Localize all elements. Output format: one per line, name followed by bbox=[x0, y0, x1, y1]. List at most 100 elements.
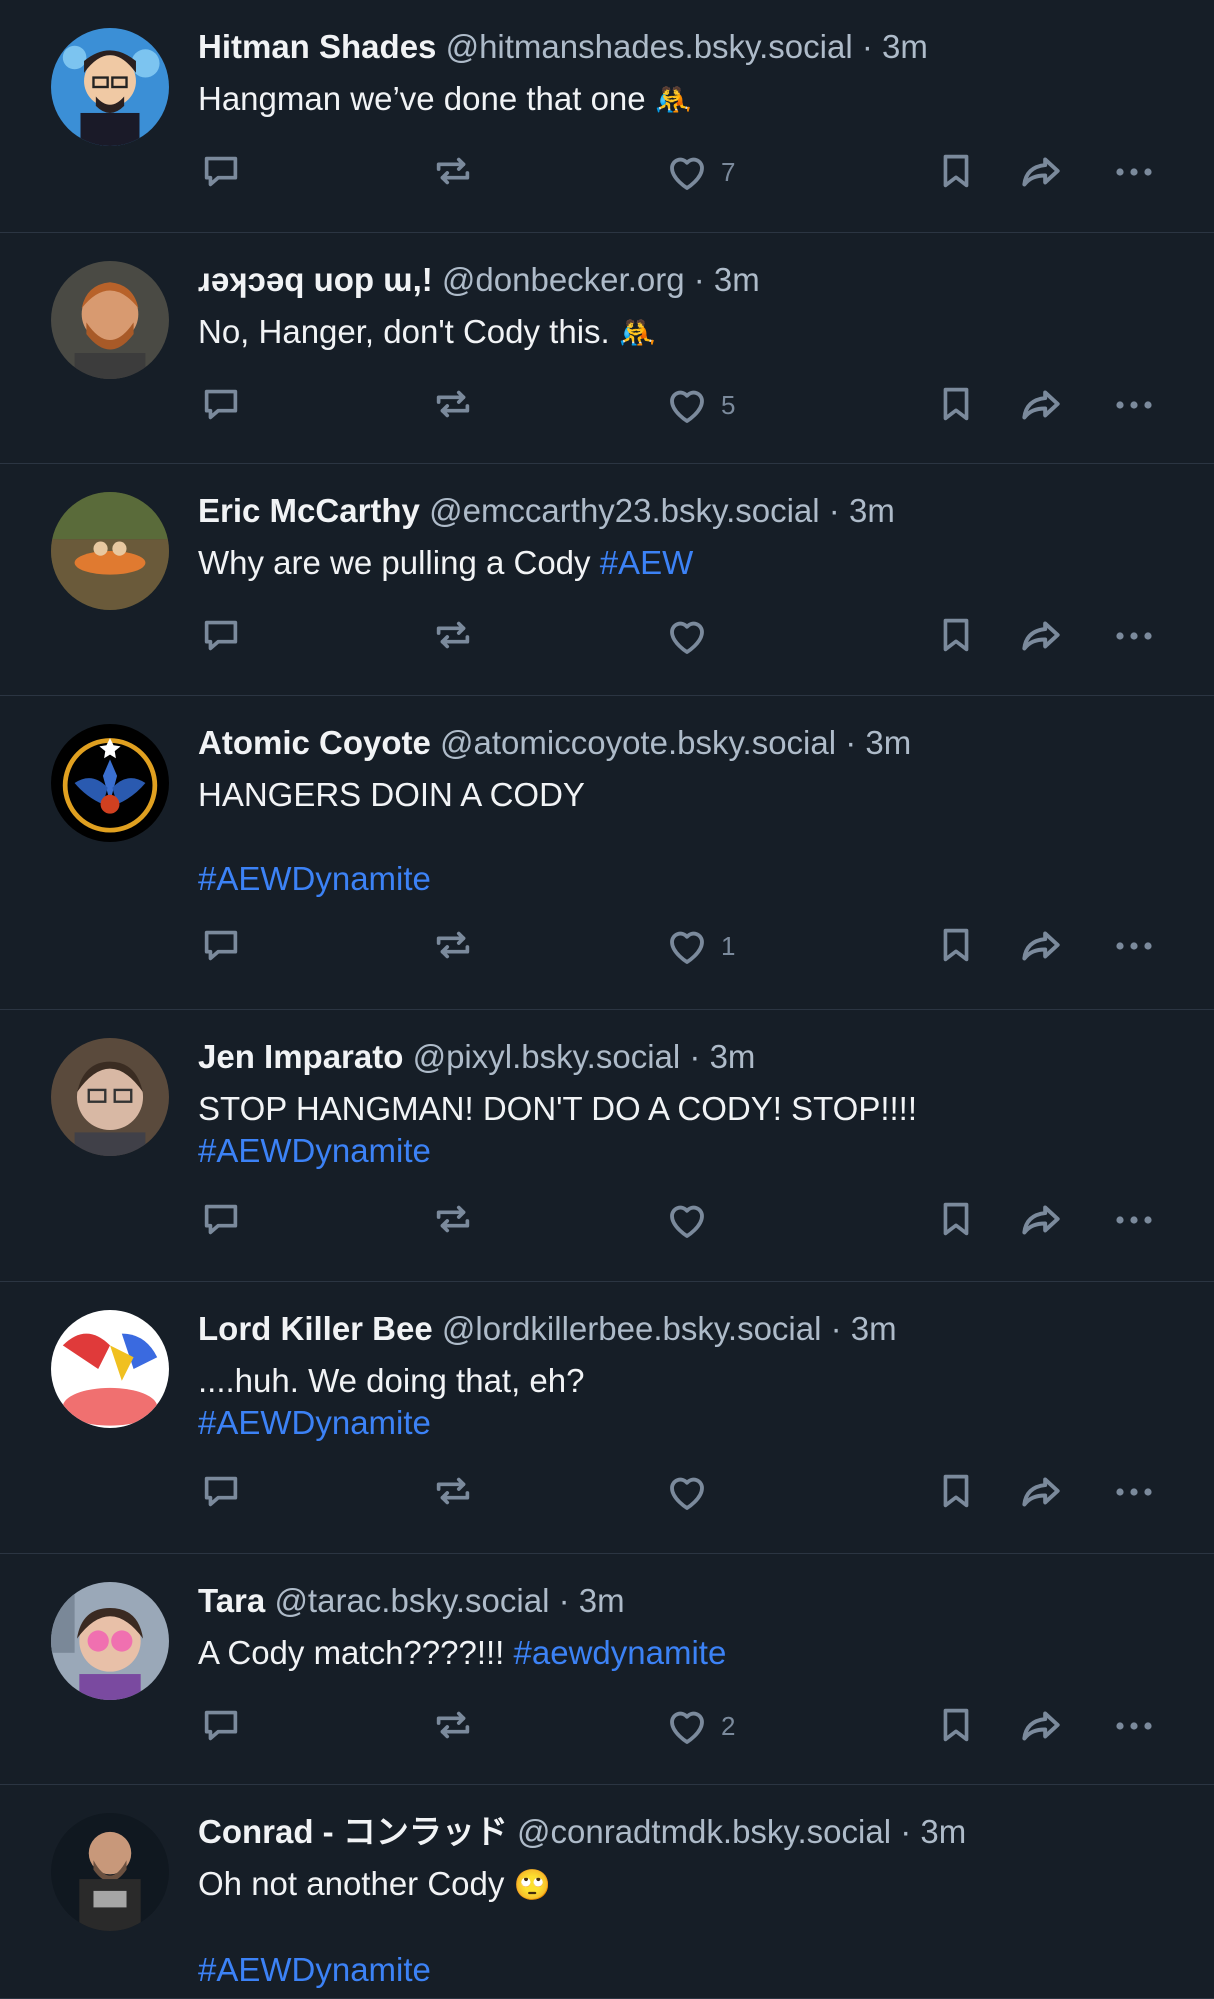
author-name[interactable]: Conrad - コンラッド bbox=[198, 1813, 508, 1850]
repost-button[interactable] bbox=[430, 1196, 476, 1242]
like-button[interactable] bbox=[663, 612, 711, 660]
post-actions: 7 bbox=[198, 148, 1214, 198]
author-name[interactable]: Atomic Coyote bbox=[198, 724, 431, 761]
reply-button[interactable] bbox=[198, 612, 244, 658]
author-handle[interactable]: @pixyl.bsky.social bbox=[413, 1038, 681, 1075]
author-name[interactable]: Lord Killer Bee bbox=[198, 1310, 433, 1347]
share-button[interactable] bbox=[1016, 1468, 1066, 1518]
more-button[interactable] bbox=[1110, 1702, 1158, 1750]
share-button[interactable] bbox=[1016, 148, 1066, 198]
separator-dot: · bbox=[861, 28, 882, 65]
post-timestamp[interactable]: 3m bbox=[865, 724, 911, 761]
post-header: Conrad - コンラッド @conradtmdk.bsky.social ·… bbox=[198, 1809, 1174, 1855]
bookmark-button[interactable] bbox=[933, 1196, 979, 1242]
like-button[interactable]: 7 bbox=[663, 148, 735, 196]
post-text: Why are we pulling a Cody #AEW bbox=[198, 542, 1174, 584]
post-timestamp[interactable]: 3m bbox=[920, 1813, 966, 1850]
author-name[interactable]: ɹǝʞɔǝq uop ɯ,! bbox=[198, 261, 433, 298]
author-name[interactable]: Jen Imparato bbox=[198, 1038, 403, 1075]
like-button[interactable]: 5 bbox=[663, 381, 735, 429]
more-icon bbox=[1110, 381, 1158, 429]
post-timestamp[interactable]: 3m bbox=[579, 1582, 625, 1619]
emoji: 🤼 bbox=[654, 84, 693, 117]
avatar-abolish-ice-shirt[interactable] bbox=[51, 1813, 169, 1931]
author-handle[interactable]: @atomiccoyote.bsky.social bbox=[440, 724, 836, 761]
author-handle[interactable]: @lordkillerbee.bsky.social bbox=[442, 1310, 822, 1347]
post-timestamp[interactable]: 3m bbox=[882, 28, 928, 65]
post-timestamp[interactable]: 3m bbox=[849, 492, 895, 529]
like-button[interactable] bbox=[663, 1468, 711, 1516]
more-icon bbox=[1110, 1468, 1158, 1516]
more-button[interactable] bbox=[1110, 381, 1158, 429]
hashtag-link[interactable]: #AEWDynamite bbox=[198, 1404, 431, 1441]
repost-button[interactable] bbox=[430, 1702, 476, 1748]
author-handle[interactable]: @conradtmdk.bsky.social bbox=[517, 1813, 891, 1850]
post-timestamp[interactable]: 3m bbox=[851, 1310, 897, 1347]
hashtag-link[interactable]: #AEWDynamite bbox=[198, 860, 431, 897]
hashtag-link[interactable]: #aewdynamite bbox=[514, 1634, 727, 1671]
author-name[interactable]: Hitman Shades bbox=[198, 28, 436, 65]
bookmark-button[interactable] bbox=[933, 381, 979, 427]
avatar-raft-photo[interactable] bbox=[51, 492, 169, 610]
share-button[interactable] bbox=[1016, 612, 1066, 662]
author-handle[interactable]: @emccarthy23.bsky.social bbox=[429, 492, 820, 529]
avatar-pink-glasses[interactable] bbox=[51, 1582, 169, 1700]
like-count: 1 bbox=[721, 930, 736, 961]
repost-button[interactable] bbox=[430, 381, 476, 427]
post-text: A Cody match????!!! #aewdynamite bbox=[198, 1632, 1174, 1674]
avatar-eagle-emblem[interactable] bbox=[51, 724, 169, 842]
more-button[interactable] bbox=[1110, 1196, 1158, 1244]
repost-button[interactable] bbox=[430, 148, 476, 194]
bookmark-button[interactable] bbox=[933, 1468, 979, 1514]
post-header: Eric McCarthy @emccarthy23.bsky.social ·… bbox=[198, 488, 1174, 534]
avatar-glasses-person[interactable] bbox=[51, 1038, 169, 1156]
post-header: Lord Killer Bee @lordkillerbee.bsky.soci… bbox=[198, 1306, 1174, 1352]
bookmark-icon bbox=[933, 148, 979, 194]
more-button[interactable] bbox=[1110, 922, 1158, 970]
more-button[interactable] bbox=[1110, 148, 1158, 196]
author-handle[interactable]: @donbecker.org bbox=[442, 261, 685, 298]
bookmark-button[interactable] bbox=[933, 1702, 979, 1748]
bookmark-button[interactable] bbox=[933, 612, 979, 658]
post-text-content: Oh not another Cody bbox=[198, 1865, 505, 1902]
reply-button[interactable] bbox=[198, 922, 244, 968]
author-name[interactable]: Eric McCarthy bbox=[198, 492, 420, 529]
like-button[interactable]: 2 bbox=[663, 1702, 735, 1750]
author-name[interactable]: Tara bbox=[198, 1582, 265, 1619]
emoji: 🤼 bbox=[618, 317, 657, 350]
hashtag-link[interactable]: #AEW bbox=[600, 544, 694, 581]
post-timestamp[interactable]: 3m bbox=[714, 261, 760, 298]
repost-button[interactable] bbox=[430, 612, 476, 658]
repost-button[interactable] bbox=[430, 922, 476, 968]
like-button[interactable] bbox=[663, 1196, 711, 1244]
author-handle[interactable]: @tarac.bsky.social bbox=[274, 1582, 549, 1619]
share-button[interactable] bbox=[1016, 381, 1066, 431]
reply-button[interactable] bbox=[198, 148, 244, 194]
hashtag-link[interactable]: #AEWDynamite bbox=[198, 1132, 431, 1169]
share-button[interactable] bbox=[1016, 1702, 1066, 1752]
share-button[interactable] bbox=[1016, 922, 1066, 972]
like-button[interactable]: 1 bbox=[663, 922, 735, 970]
reply-button[interactable] bbox=[198, 1196, 244, 1242]
share-icon bbox=[1016, 922, 1066, 972]
repost-icon bbox=[430, 612, 476, 658]
post-actions bbox=[198, 612, 1214, 662]
post-item: Eric McCarthy @emccarthy23.bsky.social ·… bbox=[0, 464, 1214, 696]
reply-button[interactable] bbox=[198, 381, 244, 427]
reply-button[interactable] bbox=[198, 1702, 244, 1748]
repost-button[interactable] bbox=[430, 1468, 476, 1514]
bookmark-button[interactable] bbox=[933, 148, 979, 194]
more-button[interactable] bbox=[1110, 1468, 1158, 1516]
bookmark-button[interactable] bbox=[933, 922, 979, 968]
post-timestamp[interactable]: 3m bbox=[710, 1038, 756, 1075]
avatar-cartoon-man[interactable] bbox=[51, 28, 169, 146]
hashtag-link[interactable]: #AEWDynamite bbox=[198, 1951, 431, 1988]
avatar-bearded-man[interactable] bbox=[51, 261, 169, 379]
post-text: STOP HANGMAN! DON'T DO A CODY! STOP!!!! #… bbox=[198, 1088, 1174, 1172]
avatar-drawing[interactable] bbox=[51, 1310, 169, 1428]
share-button[interactable] bbox=[1016, 1196, 1066, 1246]
author-handle[interactable]: @hitmanshades.bsky.social bbox=[446, 28, 853, 65]
reply-button[interactable] bbox=[198, 1468, 244, 1514]
more-button[interactable] bbox=[1110, 612, 1158, 660]
post-header: ɹǝʞɔǝq uop ɯ,! @donbecker.org · 3m bbox=[198, 257, 1174, 303]
